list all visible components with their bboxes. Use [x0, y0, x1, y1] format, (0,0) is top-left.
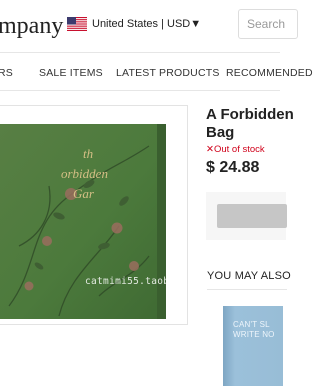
- product-price: $ 24.88: [206, 159, 260, 176]
- nav-item-latest-products[interactable]: LATEST PRODUCTS: [116, 67, 220, 79]
- product-title: A Forbidden Bag: [206, 106, 294, 141]
- cover-text-line-3: Gar: [73, 186, 95, 201]
- you-may-also-like-heading: YOU MAY ALSO: [207, 270, 291, 282]
- stock-status: ✕Out of stock: [206, 144, 265, 155]
- product-image-frame[interactable]: th orbidden Gar: [0, 105, 188, 325]
- section-divider: [207, 289, 287, 290]
- nav-divider: [0, 90, 280, 91]
- header-divider: [0, 52, 280, 53]
- nav-item-sale-items[interactable]: SALE ITEMS: [39, 67, 103, 79]
- product-image: th orbidden Gar: [0, 124, 166, 319]
- nav-item-accessories[interactable]: RS: [0, 67, 13, 79]
- add-to-cart-button[interactable]: [217, 204, 287, 228]
- book-cover-line-1: CAN'T SL: [233, 320, 270, 329]
- related-product-image[interactable]: CAN'T SL WRITE NO: [223, 306, 283, 386]
- stock-status-text: Out of stock: [213, 144, 265, 155]
- cover-text-line-2: orbidden: [61, 166, 108, 181]
- region-currency-selector[interactable]: United States | USD▼: [92, 18, 201, 30]
- search-box[interactable]: [238, 9, 320, 39]
- book-cover-text: CAN'T SL WRITE NO: [233, 320, 275, 340]
- x-icon: ✕: [206, 144, 214, 155]
- book-cover: [223, 306, 283, 386]
- book-cover-line-2: WRITE NO: [233, 330, 275, 339]
- search-input[interactable]: [239, 10, 320, 38]
- image-watermark: catmimi55.taobao.com: [85, 276, 206, 287]
- nav-item-recommended[interactable]: RECOMMENDED: [226, 67, 313, 79]
- cover-text-line-1: th: [83, 146, 93, 161]
- brand-logo[interactable]: mpany: [0, 13, 63, 40]
- us-flag-icon[interactable]: [67, 17, 87, 31]
